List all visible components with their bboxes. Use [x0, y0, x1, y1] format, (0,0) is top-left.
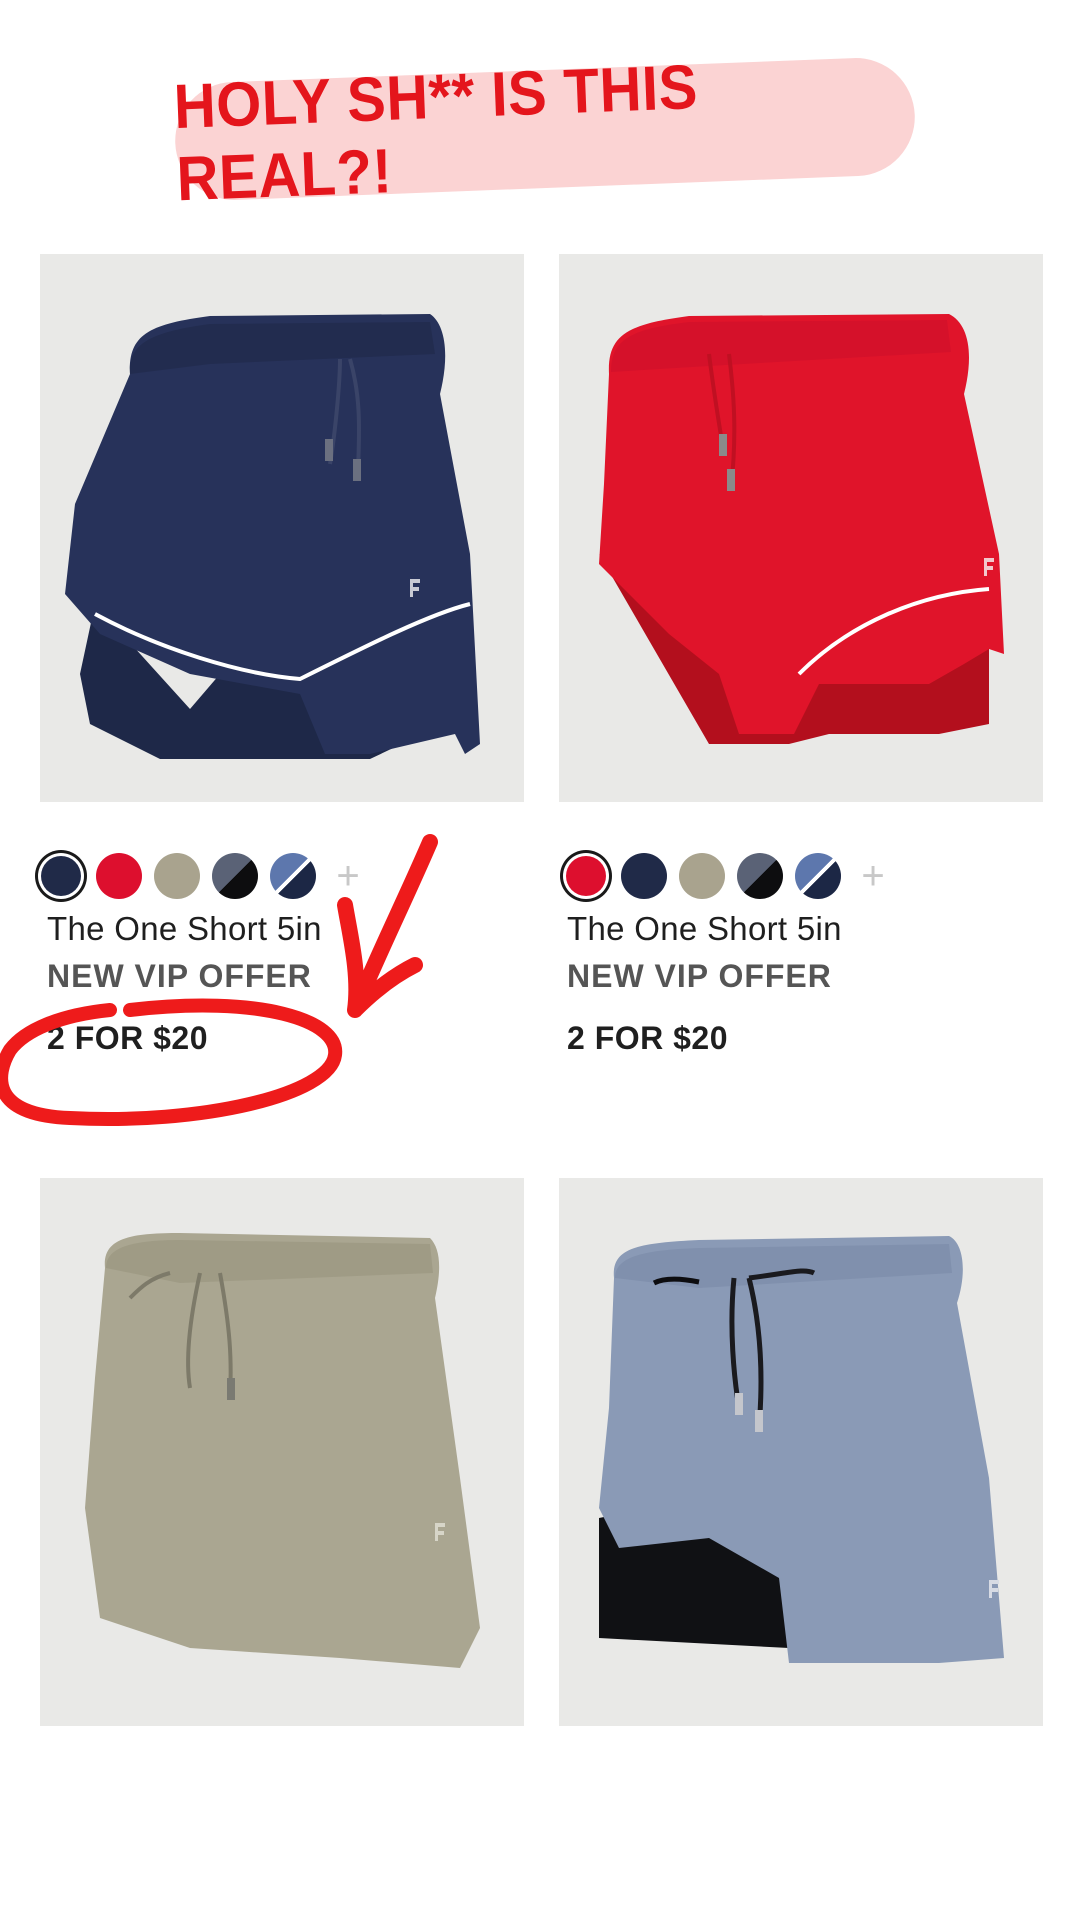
- plus-icon[interactable]: +: [328, 856, 368, 896]
- swatch-blue-navy[interactable]: [795, 853, 841, 899]
- product-price: 2 FOR $20: [47, 1020, 209, 1056]
- swatch-blue-navy[interactable]: [270, 853, 316, 899]
- product-offer: NEW VIP OFFER: [567, 958, 832, 994]
- promo-banner-text: HOLY SH** IS THIS REAL?!: [172, 51, 700, 215]
- swatch-navy[interactable]: [41, 856, 81, 896]
- swatch-khaki[interactable]: [154, 853, 200, 899]
- khaki-shorts-image: [85, 1233, 480, 1668]
- promo-banner: HOLY SH** IS THIS REAL?!: [173, 52, 917, 214]
- color-swatches-1: +: [38, 850, 368, 902]
- swatch-red[interactable]: [96, 853, 142, 899]
- product-image-navy-shorts[interactable]: [40, 254, 524, 802]
- product-image-red-shorts[interactable]: [559, 254, 1043, 802]
- product-offer: NEW VIP OFFER: [47, 958, 312, 994]
- red-shorts-image: [599, 314, 1004, 744]
- swatch-khaki[interactable]: [679, 853, 725, 899]
- swatch-slate-black[interactable]: [737, 853, 783, 899]
- swatch-slate-black[interactable]: [212, 853, 258, 899]
- product-title[interactable]: The One Short 5in: [567, 910, 842, 948]
- product-image-blue-gray-shorts[interactable]: [559, 1178, 1043, 1726]
- product-image-khaki-shorts[interactable]: [40, 1178, 524, 1726]
- swatch-red[interactable]: [566, 856, 606, 896]
- blue-gray-shorts-image: [599, 1236, 1004, 1663]
- color-swatches-2: +: [563, 850, 893, 902]
- product-price: 2 FOR $20: [567, 1020, 729, 1056]
- swatch-navy[interactable]: [621, 853, 667, 899]
- plus-icon[interactable]: +: [853, 856, 893, 896]
- navy-shorts-image: [65, 314, 480, 759]
- product-title[interactable]: The One Short 5in: [47, 910, 322, 948]
